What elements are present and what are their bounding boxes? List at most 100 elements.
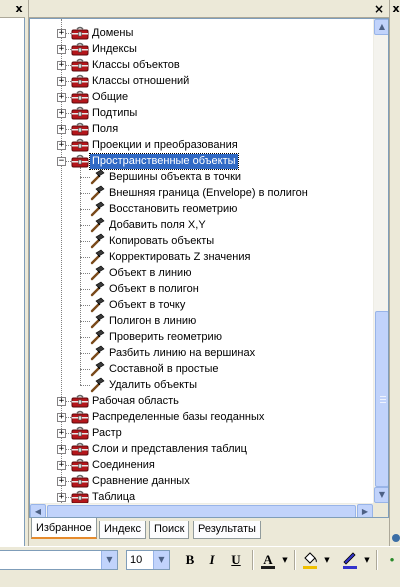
- expand-icon[interactable]: +: [57, 109, 66, 118]
- tool-label[interactable]: Вершины объекта в точки: [107, 170, 243, 185]
- tool-node[interactable]: Объект в полигон: [30, 281, 373, 297]
- toolbox-node[interactable]: + Растр: [30, 425, 373, 441]
- chevron-down-icon[interactable]: ▼: [153, 551, 169, 569]
- toolbox-label[interactable]: Слои и представления таблиц: [90, 442, 249, 457]
- italic-button[interactable]: I: [202, 550, 222, 570]
- tool-label[interactable]: Восстановить геометрию: [107, 202, 239, 217]
- tool-node[interactable]: Разбить линию на вершинах: [30, 345, 373, 361]
- tool-label[interactable]: Корректировать Z значения: [107, 250, 252, 265]
- collapse-icon[interactable]: −: [57, 157, 66, 166]
- font-name-dropdown[interactable]: ▼: [0, 550, 118, 570]
- scroll-left-button[interactable]: ◀: [30, 504, 46, 517]
- tool-label[interactable]: Добавить поля X,Y: [107, 218, 208, 233]
- toolbox-label[interactable]: Пространственные объекты: [89, 153, 239, 170]
- tab-favorites[interactable]: Избранное: [31, 518, 97, 539]
- tool-node[interactable]: Копировать объекты: [30, 233, 373, 249]
- toolbox-label[interactable]: Сравнение данных: [90, 474, 192, 489]
- expand-icon[interactable]: +: [57, 413, 66, 422]
- toolbox-node[interactable]: + Таблица: [30, 489, 373, 503]
- tool-label[interactable]: Разбить линию на вершинах: [107, 346, 257, 361]
- close-icon[interactable]: ×: [372, 2, 386, 16]
- expand-icon[interactable]: +: [57, 45, 66, 54]
- tool-label[interactable]: Объект в полигон: [107, 282, 201, 297]
- expand-icon[interactable]: +: [57, 125, 66, 134]
- scroll-up-button[interactable]: ▲: [374, 19, 388, 35]
- toolbox-label[interactable]: Соединения: [90, 458, 157, 473]
- toolbox-node[interactable]: − Пространственные объекты: [30, 153, 373, 170]
- expand-icon[interactable]: +: [57, 141, 66, 150]
- tab-results[interactable]: Результаты: [193, 521, 261, 539]
- tool-node[interactable]: Объект в линию: [30, 265, 373, 281]
- fill-color-dropdown-icon[interactable]: ▼: [323, 550, 331, 570]
- toolbox-label[interactable]: Классы отношений: [90, 74, 191, 89]
- expand-icon[interactable]: +: [57, 493, 66, 502]
- expand-icon[interactable]: +: [57, 429, 66, 438]
- tool-node[interactable]: Составной в простые: [30, 361, 373, 377]
- chevron-down-icon[interactable]: ▼: [101, 551, 117, 569]
- line-color-button[interactable]: [340, 550, 360, 570]
- tool-label[interactable]: Составной в простые: [107, 362, 220, 377]
- toolbox-label[interactable]: Поля: [90, 122, 120, 137]
- scroll-down-button[interactable]: ▼: [374, 487, 388, 503]
- fill-color-button[interactable]: [300, 550, 320, 570]
- expand-icon[interactable]: +: [57, 29, 66, 38]
- expand-icon[interactable]: +: [57, 397, 66, 406]
- scroll-right-button[interactable]: ▶: [357, 504, 373, 517]
- toolbox-label[interactable]: Рабочая область: [90, 394, 181, 409]
- right-pane-close-icon[interactable]: x: [391, 3, 400, 15]
- expand-icon[interactable]: +: [57, 477, 66, 486]
- more-tools-icon[interactable]: •: [382, 550, 400, 570]
- tool-node[interactable]: Полигон в линию: [30, 313, 373, 329]
- tool-node[interactable]: Добавить поля X,Y: [30, 217, 373, 233]
- tool-label[interactable]: Полигон в линию: [107, 314, 198, 329]
- toolbox-label[interactable]: Таблица: [90, 490, 137, 503]
- toolbox-node[interactable]: + Рабочая область: [30, 393, 373, 409]
- toolbox-label[interactable]: Распределенные базы геоданных: [90, 410, 266, 425]
- toolbox-node[interactable]: + Индексы: [30, 41, 373, 57]
- tool-node[interactable]: Вершины объекта в точки: [30, 169, 373, 185]
- expand-icon[interactable]: +: [57, 445, 66, 454]
- tool-label[interactable]: Объект в точку: [107, 298, 187, 313]
- tool-node[interactable]: Удалить объекты: [30, 377, 373, 393]
- expand-icon[interactable]: +: [57, 77, 66, 86]
- horizontal-scrollbar[interactable]: ◀ ▶: [30, 503, 373, 517]
- toolbox-label[interactable]: Общие: [90, 90, 130, 105]
- tool-label[interactable]: Объект в линию: [107, 266, 193, 281]
- toolbox-label[interactable]: Подтипы: [90, 106, 139, 121]
- font-size-dropdown[interactable]: 10 ▼: [126, 550, 170, 570]
- left-pane-close-icon[interactable]: x: [14, 3, 24, 15]
- toolbox-label[interactable]: Индексы: [90, 42, 139, 57]
- tab-index[interactable]: Индекс: [99, 521, 146, 539]
- vertical-scroll-thumb[interactable]: [375, 311, 388, 487]
- vertical-scrollbar[interactable]: ▲ ▼: [373, 19, 388, 503]
- underline-button[interactable]: U: [226, 550, 246, 570]
- toolbox-label[interactable]: Растр: [90, 426, 124, 441]
- toolbox-label[interactable]: Домены: [90, 26, 135, 41]
- tool-label[interactable]: Копировать объекты: [107, 234, 216, 249]
- tool-label[interactable]: Внешняя граница (Envelope) в полигон: [107, 186, 310, 201]
- toolbox-node[interactable]: + Общие: [30, 89, 373, 105]
- toolbox-node[interactable]: + Проекции и преобразования: [30, 137, 373, 153]
- font-color-dropdown-icon[interactable]: ▼: [281, 550, 289, 570]
- expand-icon[interactable]: +: [57, 93, 66, 102]
- toolbox-label[interactable]: Проекции и преобразования: [90, 138, 240, 153]
- line-color-dropdown-icon[interactable]: ▼: [363, 550, 371, 570]
- toolbox-node[interactable]: + Классы объектов: [30, 57, 373, 73]
- horizontal-scroll-thumb[interactable]: [47, 505, 356, 517]
- font-color-button[interactable]: A: [258, 550, 278, 570]
- tool-node[interactable]: Корректировать Z значения: [30, 249, 373, 265]
- toolbox-node[interactable]: + Соединения: [30, 457, 373, 473]
- tool-node[interactable]: Объект в точку: [30, 297, 373, 313]
- toolbox-node[interactable]: + Распределенные базы геоданных: [30, 409, 373, 425]
- toolbox-node[interactable]: + Сравнение данных: [30, 473, 373, 489]
- toolbox-node[interactable]: + Подтипы: [30, 105, 373, 121]
- toolbox-node[interactable]: + Классы отношений: [30, 73, 373, 89]
- tool-node[interactable]: Внешняя граница (Envelope) в полигон: [30, 185, 373, 201]
- bold-button[interactable]: B: [180, 550, 200, 570]
- tool-label[interactable]: Проверить геометрию: [107, 330, 224, 345]
- toolbox-node[interactable]: + Поля: [30, 121, 373, 137]
- tool-node[interactable]: Проверить геометрию: [30, 329, 373, 345]
- expand-icon[interactable]: +: [57, 461, 66, 470]
- expand-icon[interactable]: +: [57, 61, 66, 70]
- tool-label[interactable]: Удалить объекты: [107, 378, 199, 393]
